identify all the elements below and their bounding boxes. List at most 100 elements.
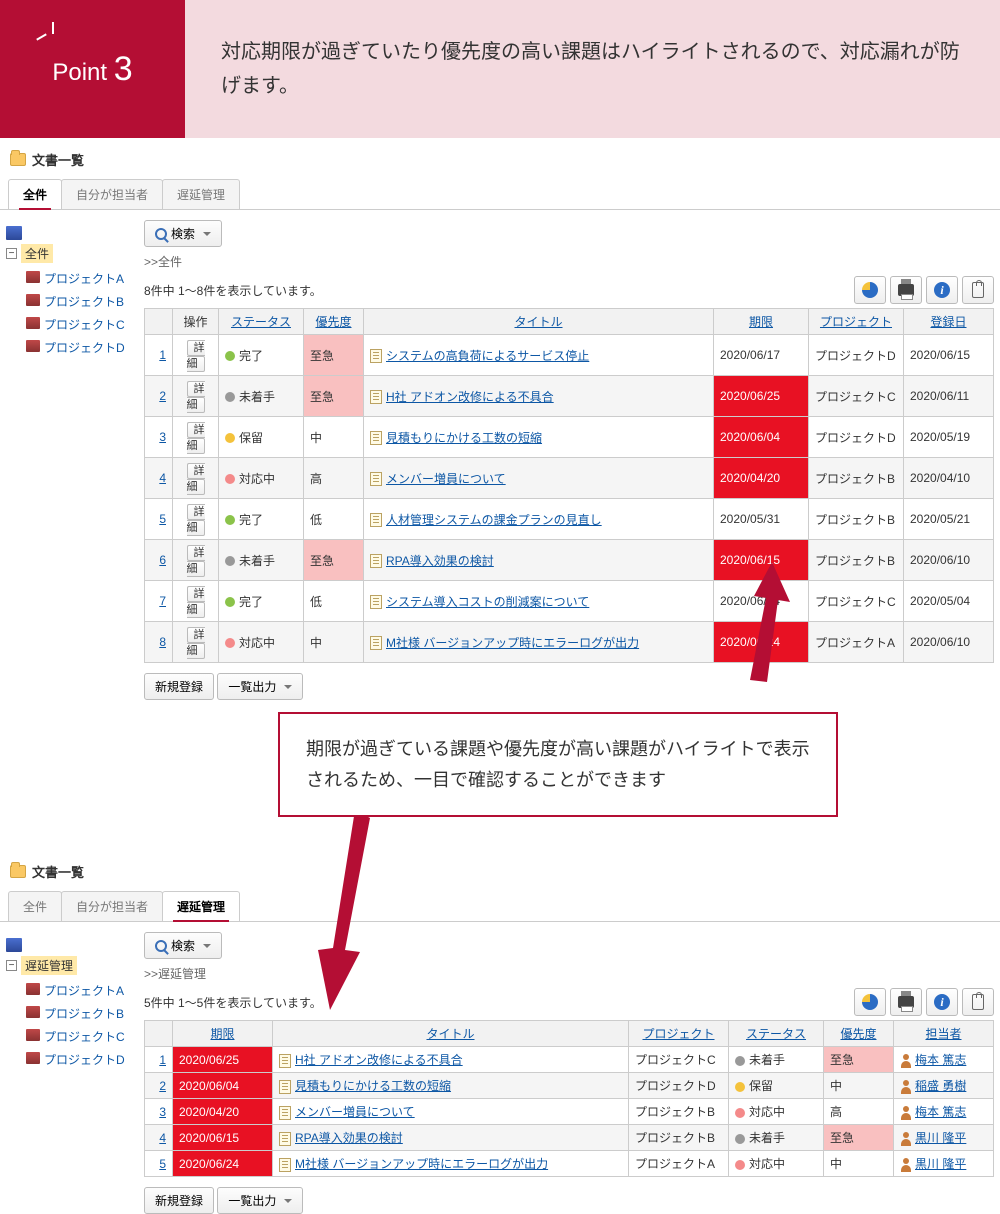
- detail-button[interactable]: 詳細: [187, 463, 205, 495]
- row-number[interactable]: 4: [159, 471, 166, 485]
- status-text: 完了: [239, 349, 263, 363]
- tree-item[interactable]: プロジェクトD: [44, 341, 125, 355]
- tree-item[interactable]: プロジェクトB: [44, 1007, 124, 1021]
- tab-delay[interactable]: 遅延管理: [162, 891, 240, 921]
- issue-title-link[interactable]: H社 アドオン改修による不具合: [295, 1053, 463, 1067]
- tab-delay[interactable]: 遅延管理: [162, 179, 240, 209]
- status-text: 未着手: [239, 554, 275, 568]
- row-number[interactable]: 6: [159, 553, 166, 567]
- search-button[interactable]: 検索: [144, 932, 222, 959]
- point-label: Point: [52, 59, 107, 86]
- col-project[interactable]: プロジェクト: [642, 1027, 714, 1041]
- issue-title-link[interactable]: RPA導入効果の検討: [295, 1131, 403, 1145]
- new-button[interactable]: 新規登録: [144, 673, 214, 700]
- col-due[interactable]: 期限: [210, 1027, 234, 1041]
- detail-button[interactable]: 詳細: [187, 586, 205, 618]
- detail-button[interactable]: 詳細: [187, 504, 205, 536]
- tree-item[interactable]: プロジェクトC: [44, 318, 125, 332]
- clipboard-icon: [972, 282, 984, 298]
- row-number[interactable]: 8: [159, 635, 166, 649]
- section-title: 文書一覧: [32, 862, 84, 881]
- book-icon: [26, 983, 40, 995]
- col-due[interactable]: 期限: [749, 315, 773, 329]
- issue-title-link[interactable]: 見積もりにかける工数の短縮: [386, 431, 542, 445]
- row-number[interactable]: 3: [159, 1105, 166, 1119]
- issue-title-link[interactable]: メンバー増員について: [295, 1105, 415, 1119]
- clipboard-button[interactable]: [962, 988, 994, 1016]
- assignee-link[interactable]: 黒川 隆平: [915, 1157, 966, 1171]
- tree-item[interactable]: プロジェクトD: [44, 1053, 125, 1067]
- issue-title-link[interactable]: M社様 バージョンアップ時にエラーログが出力: [295, 1157, 548, 1171]
- issue-title-link[interactable]: 見積もりにかける工数の短縮: [295, 1079, 451, 1093]
- row-number[interactable]: 1: [159, 348, 166, 362]
- issue-title-link[interactable]: RPA導入効果の検討: [386, 554, 494, 568]
- info-button[interactable]: i: [926, 988, 958, 1016]
- row-number[interactable]: 7: [159, 594, 166, 608]
- detail-button[interactable]: 詳細: [187, 627, 205, 659]
- tree-root-all[interactable]: 全件: [21, 244, 53, 263]
- tab-all[interactable]: 全件: [8, 179, 62, 209]
- row-number[interactable]: 5: [159, 512, 166, 526]
- assignee-link[interactable]: 梅本 篤志: [915, 1105, 966, 1119]
- tree-item[interactable]: プロジェクトA: [44, 984, 124, 998]
- search-button[interactable]: 検索: [144, 220, 222, 247]
- tab-mine[interactable]: 自分が担当者: [61, 891, 163, 921]
- col-priority[interactable]: 優先度: [840, 1027, 876, 1041]
- col-project[interactable]: プロジェクト: [820, 315, 892, 329]
- chart-button[interactable]: [854, 988, 886, 1016]
- col-title[interactable]: タイトル: [426, 1027, 474, 1041]
- tree-toggle[interactable]: −: [6, 248, 17, 259]
- clipboard-button[interactable]: [962, 276, 994, 304]
- document-icon: [370, 595, 382, 609]
- info-button[interactable]: i: [926, 276, 958, 304]
- detail-button[interactable]: 詳細: [187, 381, 205, 413]
- callout-arrow-icon: [300, 810, 380, 1010]
- col-priority[interactable]: 優先度: [315, 315, 351, 329]
- print-button[interactable]: [890, 276, 922, 304]
- export-button[interactable]: 一覧出力: [217, 673, 303, 700]
- tree-toggle[interactable]: −: [6, 960, 17, 971]
- breadcrumb: >>全件: [144, 253, 994, 270]
- priority-cell: 低: [304, 499, 364, 540]
- col-title[interactable]: タイトル: [514, 315, 562, 329]
- chart-button[interactable]: [854, 276, 886, 304]
- row-number[interactable]: 5: [159, 1157, 166, 1171]
- assignee-link[interactable]: 梅本 篤志: [915, 1053, 966, 1067]
- print-button[interactable]: [890, 988, 922, 1016]
- col-assignee[interactable]: 担当者: [925, 1027, 961, 1041]
- tree-root-delay[interactable]: 遅延管理: [21, 956, 77, 975]
- table-row: 22020/06/04見積もりにかける工数の短縮プロジェクトD保留中稲盛 勇樹: [145, 1073, 994, 1099]
- issue-title-link[interactable]: H社 アドオン改修による不具合: [386, 390, 554, 404]
- status-text: 対応中: [749, 1105, 785, 1119]
- priority-cell: 至急: [304, 335, 364, 376]
- issue-title-link[interactable]: システムの高負荷によるサービス停止: [386, 349, 589, 363]
- detail-button[interactable]: 詳細: [187, 545, 205, 577]
- search-label: 検索: [171, 225, 195, 242]
- tab-all[interactable]: 全件: [8, 891, 62, 921]
- assignee-link[interactable]: 稲盛 勇樹: [915, 1079, 966, 1093]
- col-status[interactable]: ステータス: [746, 1027, 806, 1041]
- issue-title-link[interactable]: 人材管理システムの課金プランの見直し: [386, 513, 602, 527]
- row-number[interactable]: 4: [159, 1131, 166, 1145]
- status-text: 未着手: [749, 1053, 785, 1067]
- tab-mine[interactable]: 自分が担当者: [61, 179, 163, 209]
- tree-item[interactable]: プロジェクトB: [44, 295, 124, 309]
- row-number[interactable]: 2: [159, 389, 166, 403]
- tree-item[interactable]: プロジェクトA: [44, 272, 124, 286]
- tree-item[interactable]: プロジェクトC: [44, 1030, 125, 1044]
- export-button[interactable]: 一覧出力: [217, 1187, 303, 1214]
- row-number[interactable]: 1: [159, 1053, 166, 1067]
- col-status[interactable]: ステータス: [231, 315, 291, 329]
- section-header: 文書一覧: [0, 138, 1000, 175]
- col-reg[interactable]: 登録日: [930, 315, 966, 329]
- issue-title-link[interactable]: メンバー増員について: [386, 472, 506, 486]
- row-number[interactable]: 2: [159, 1079, 166, 1093]
- issue-title-link[interactable]: M社様 バージョンアップ時にエラーログが出力: [386, 636, 639, 650]
- reg-cell: 2020/05/04: [904, 581, 994, 622]
- new-button[interactable]: 新規登録: [144, 1187, 214, 1214]
- row-number[interactable]: 3: [159, 430, 166, 444]
- issue-title-link[interactable]: システム導入コストの削減案について: [386, 595, 589, 609]
- assignee-link[interactable]: 黒川 隆平: [915, 1131, 966, 1145]
- detail-button[interactable]: 詳細: [187, 422, 205, 454]
- detail-button[interactable]: 詳細: [187, 340, 205, 372]
